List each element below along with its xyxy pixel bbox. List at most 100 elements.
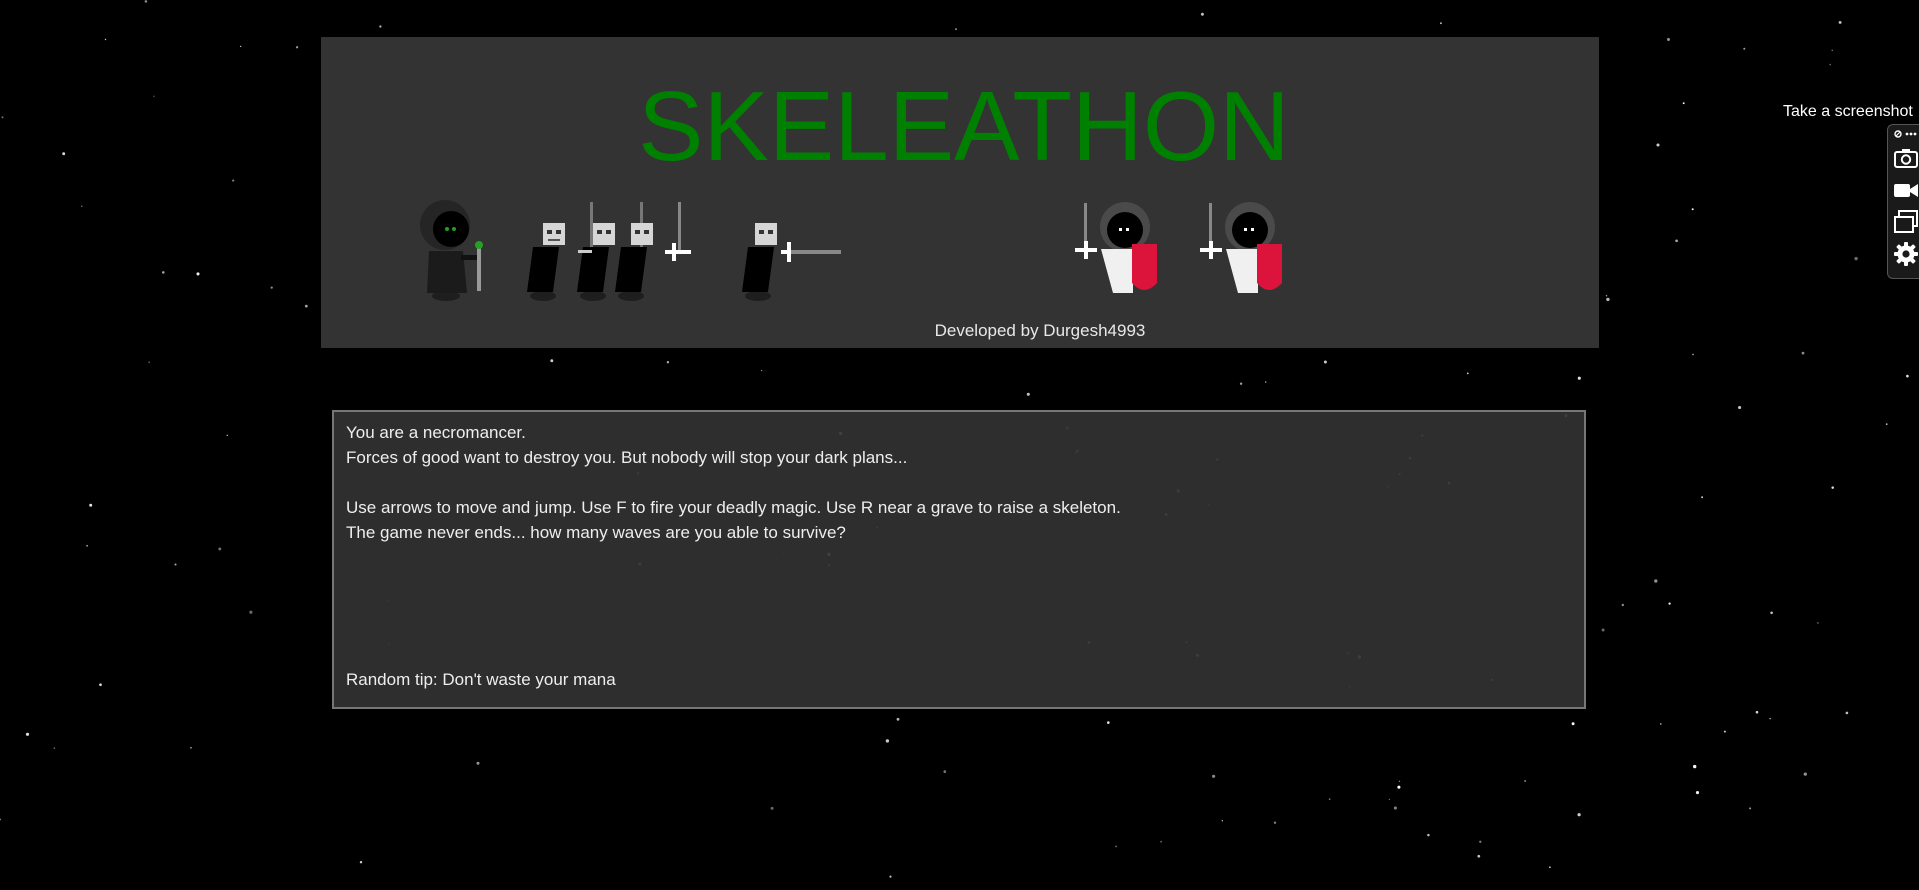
star xyxy=(53,747,56,749)
star xyxy=(1571,722,1575,726)
star xyxy=(1398,780,1401,782)
star xyxy=(1160,840,1162,843)
star xyxy=(1621,603,1625,607)
star xyxy=(1265,381,1267,383)
instructions-panel: You are a necromancer. Forces of good wa… xyxy=(332,410,1586,709)
star xyxy=(304,304,308,308)
star xyxy=(1854,256,1858,261)
star xyxy=(666,361,670,364)
video-camera-icon[interactable] xyxy=(1893,177,1919,203)
star xyxy=(1695,791,1700,795)
star xyxy=(1755,710,1759,714)
star xyxy=(1749,807,1752,810)
star xyxy=(1803,772,1807,776)
star xyxy=(0,818,2,821)
star xyxy=(226,434,228,436)
more-options-icon[interactable] xyxy=(1894,128,1918,140)
title-banner: SKELEATHON Developed by Durgesh4993 xyxy=(321,37,1599,348)
skeleton-sprites xyxy=(527,202,691,301)
star xyxy=(153,95,155,97)
star xyxy=(1466,372,1469,375)
star xyxy=(174,563,177,566)
intro-line: You are a necromancer. xyxy=(346,423,526,442)
star xyxy=(1477,854,1481,858)
star xyxy=(1692,353,1694,356)
star xyxy=(1829,63,1831,66)
star xyxy=(1,116,4,119)
star xyxy=(1397,785,1401,789)
star xyxy=(1654,579,1658,583)
star xyxy=(476,761,480,765)
gear-icon[interactable] xyxy=(1893,241,1919,267)
star xyxy=(1831,486,1834,489)
star xyxy=(1393,806,1397,810)
star xyxy=(1221,820,1223,822)
star xyxy=(1656,143,1660,147)
star xyxy=(1273,821,1277,824)
star xyxy=(1549,866,1551,868)
star xyxy=(1691,208,1694,211)
skeleton-swordsman-sprite xyxy=(742,223,841,301)
star xyxy=(889,875,892,878)
random-tip: Random tip: Don't waste your mana xyxy=(346,670,616,689)
star xyxy=(1601,628,1605,632)
star xyxy=(896,717,900,721)
star xyxy=(1668,602,1671,605)
star xyxy=(1743,47,1746,50)
copy-windows-icon[interactable] xyxy=(1893,209,1919,235)
star xyxy=(1701,496,1704,499)
star xyxy=(89,503,93,507)
star xyxy=(196,272,200,276)
star xyxy=(1239,382,1243,385)
star xyxy=(1524,780,1526,782)
star xyxy=(1577,376,1581,380)
star xyxy=(270,286,273,289)
star xyxy=(80,205,83,208)
star xyxy=(1606,297,1610,302)
star xyxy=(86,544,88,547)
star xyxy=(1605,294,1608,297)
knight-sprite xyxy=(1075,202,1157,293)
star xyxy=(1667,38,1670,41)
star xyxy=(1738,405,1742,410)
star xyxy=(62,152,66,156)
goal-line: The game never ends... how many waves ar… xyxy=(346,523,846,542)
star xyxy=(1723,730,1726,733)
knight-sprite xyxy=(1200,202,1282,293)
star xyxy=(190,746,192,749)
star xyxy=(1770,611,1773,615)
star xyxy=(1577,813,1581,817)
star xyxy=(1801,351,1805,355)
star xyxy=(760,369,763,372)
star xyxy=(885,739,890,743)
star xyxy=(1200,12,1204,16)
star xyxy=(1107,721,1110,724)
star xyxy=(1115,845,1118,848)
star xyxy=(104,38,107,41)
star xyxy=(1479,840,1482,843)
star xyxy=(1838,20,1842,24)
star xyxy=(1906,374,1909,378)
star xyxy=(1439,22,1442,25)
star xyxy=(943,770,947,773)
screenshot-tooltip: Take a screenshot xyxy=(1783,103,1913,120)
star xyxy=(1659,723,1662,725)
star xyxy=(162,271,165,274)
star xyxy=(955,28,957,30)
camera-icon[interactable] xyxy=(1893,145,1919,171)
star xyxy=(144,0,148,3)
star xyxy=(1885,423,1888,426)
star xyxy=(25,732,30,736)
star xyxy=(1427,833,1430,837)
developer-credit: Developed by Durgesh4993 xyxy=(934,321,1146,340)
story-line: Forces of good want to destroy you. But … xyxy=(346,448,908,467)
star xyxy=(249,610,253,614)
star xyxy=(1845,711,1849,715)
star xyxy=(148,361,150,363)
star xyxy=(218,547,222,551)
star xyxy=(1693,764,1697,769)
star xyxy=(1682,102,1685,105)
star xyxy=(770,806,774,810)
star xyxy=(1675,239,1678,243)
star xyxy=(1026,392,1030,396)
